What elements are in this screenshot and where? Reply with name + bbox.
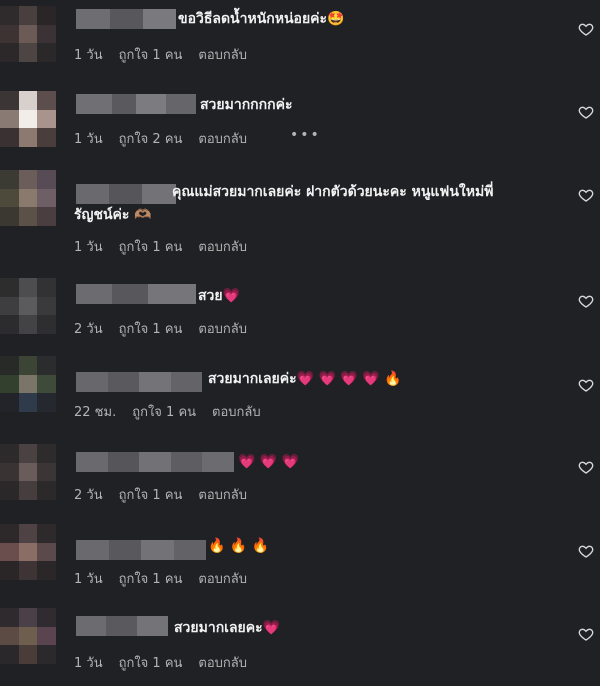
username-blurred[interactable] (76, 616, 168, 636)
username-blurred[interactable] (76, 284, 196, 304)
comment-meta: 1 วัน ถูกใจ 1 คน ตอบกลับ (74, 44, 247, 65)
avatar[interactable] (0, 170, 56, 226)
comment-body: สวย (198, 288, 223, 304)
comment-time: 2 วัน (74, 322, 103, 337)
emoji: 💗 💗 💗 (238, 454, 300, 470)
avatar[interactable] (0, 6, 56, 62)
comment-meta: 2 วัน ถูกใจ 1 คน ตอบกลับ (74, 318, 247, 339)
heart-outline-icon[interactable] (578, 626, 594, 642)
comment-time: 2 วัน (74, 488, 103, 503)
like-count[interactable]: ถูกใจ 2 คน (119, 128, 183, 149)
like-count[interactable]: ถูกใจ 1 คน (132, 401, 196, 422)
comment-meta: 2 วัน ถูกใจ 1 คน ตอบกลับ (74, 484, 247, 505)
like-count[interactable]: ถูกใจ 1 คน (119, 236, 183, 257)
reply-button[interactable]: ตอบกลับ (212, 401, 261, 422)
reply-button[interactable]: ตอบกลับ (198, 128, 247, 149)
avatar[interactable] (0, 444, 56, 500)
username-blurred[interactable] (76, 372, 202, 392)
avatar[interactable] (0, 608, 56, 664)
comment-time: 1 วัน (74, 48, 103, 63)
comment-item: 💗 💗 💗 2 วัน ถูกใจ 1 คน ตอบกลับ (0, 440, 600, 524)
comment-body: สวยมากเลยคะ (174, 620, 263, 636)
comment-body: คุณแม่สวยมากเลยค่ะ ฝากตัวด้วยนะคะ หนูแฟน… (172, 184, 494, 200)
avatar[interactable] (0, 356, 56, 412)
comment-text: สวยมากเลยคะ💗 (174, 616, 280, 640)
comment-time: 1 วัน (74, 572, 103, 587)
like-count[interactable]: ถูกใจ 1 คน (119, 44, 183, 65)
emoji: 🫶🏽 (134, 207, 152, 223)
comment-meta: 1 วัน ถูกใจ 1 คน ตอบกลับ (74, 236, 247, 257)
emoji: 🔥 🔥 🔥 (208, 538, 270, 554)
avatar[interactable] (0, 524, 56, 580)
comment-text: 💗 💗 💗 (238, 450, 299, 474)
like-count[interactable]: ถูกใจ 1 คน (119, 568, 183, 589)
more-options-icon[interactable]: ••• (290, 127, 321, 143)
comment-text: 🔥 🔥 🔥 (208, 534, 269, 558)
avatar[interactable] (0, 91, 56, 147)
comment-text-continued: รัญชน์ค่ะ 🫶🏽 (74, 203, 152, 227)
heart-outline-icon[interactable] (578, 377, 594, 393)
comment-text: สวยมากเลยค่ะ💗 💗 💗 💗 🔥 (208, 367, 402, 391)
comment-text: คุณแม่สวยมากเลยค่ะ ฝากตัวด้วยนะคะ หนูแฟน… (172, 180, 493, 204)
comment-body: รัญชน์ค่ะ (74, 207, 130, 223)
like-count[interactable]: ถูกใจ 1 คน (119, 652, 183, 673)
comment-item: ขอวิธีลดน้ำหนักหน่อยค่ะ🤩 1 วัน ถูกใจ 1 ค… (0, 0, 600, 85)
comment-item: สวยมากเลยค่ะ💗 💗 💗 💗 🔥 22 ชม. ถูกใจ 1 คน … (0, 356, 600, 440)
comment-time: 22 ชม. (74, 405, 117, 420)
heart-outline-icon[interactable] (578, 21, 594, 37)
comment-item: 🔥 🔥 🔥 1 วัน ถูกใจ 1 คน ตอบกลับ (0, 524, 600, 608)
username-blurred[interactable] (76, 184, 176, 204)
comment-meta: 1 วัน ถูกใจ 1 คน ตอบกลับ (74, 652, 247, 673)
emoji: 🤩 (327, 11, 345, 27)
username-blurred[interactable] (76, 9, 176, 29)
like-count[interactable]: ถูกใจ 1 คน (119, 318, 183, 339)
username-blurred[interactable] (76, 540, 206, 560)
heart-outline-icon[interactable] (578, 293, 594, 309)
comment-item: สวยมากกกกค่ะ 1 วัน ถูกใจ 2 คน ตอบกลับ ••… (0, 85, 600, 170)
like-count[interactable]: ถูกใจ 1 คน (119, 484, 183, 505)
comment-meta: 22 ชม. ถูกใจ 1 คน ตอบกลับ (74, 401, 261, 422)
reply-button[interactable]: ตอบกลับ (198, 44, 247, 65)
emoji: 💗 (222, 288, 241, 304)
reply-button[interactable]: ตอบกลับ (198, 318, 247, 339)
comment-time: 1 วัน (74, 240, 103, 255)
comment-body: สวยมากเลยค่ะ (208, 371, 297, 387)
reply-button[interactable]: ตอบกลับ (198, 568, 247, 589)
heart-outline-icon[interactable] (578, 459, 594, 475)
comment-item: คุณแม่สวยมากเลยค่ะ ฝากตัวด้วยนะคะ หนูแฟน… (0, 170, 600, 270)
username-blurred[interactable] (76, 94, 196, 114)
comment-body: สวยมากกกกค่ะ (200, 97, 293, 113)
heart-outline-icon[interactable] (578, 104, 594, 120)
comment-meta: 1 วัน ถูกใจ 1 คน ตอบกลับ (74, 568, 247, 589)
emoji: 💗 (262, 620, 281, 636)
comment-item: สวย💗 2 วัน ถูกใจ 1 คน ตอบกลับ (0, 272, 600, 356)
avatar[interactable] (0, 278, 56, 334)
emoji: 💗 💗 💗 💗 🔥 (296, 371, 402, 387)
comment-time: 1 วัน (74, 656, 103, 671)
comment-meta: 1 วัน ถูกใจ 2 คน ตอบกลับ (74, 128, 247, 149)
reply-button[interactable]: ตอบกลับ (198, 652, 247, 673)
comment-text: ขอวิธีลดน้ำหนักหน่อยค่ะ🤩 (178, 7, 345, 31)
reply-button[interactable]: ตอบกลับ (198, 236, 247, 257)
comment-item: สวยมากเลยคะ💗 1 วัน ถูกใจ 1 คน ตอบกลับ (0, 608, 600, 686)
username-blurred[interactable] (76, 452, 234, 472)
heart-outline-icon[interactable] (578, 187, 594, 203)
comment-time: 1 วัน (74, 132, 103, 147)
reply-button[interactable]: ตอบกลับ (198, 484, 247, 505)
comment-body: ขอวิธีลดน้ำหนักหน่อยค่ะ (178, 11, 328, 27)
comment-text: สวยมากกกกค่ะ (200, 93, 293, 117)
heart-outline-icon[interactable] (578, 543, 594, 559)
comment-text: สวย💗 (198, 284, 240, 308)
